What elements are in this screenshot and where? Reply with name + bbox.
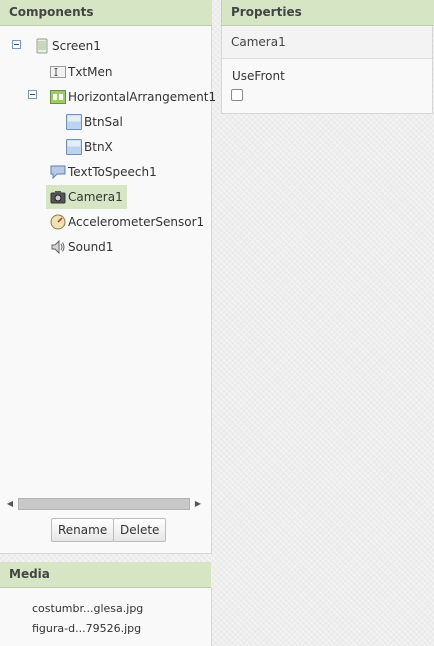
collapse-horizontal-arrangement-toggle[interactable] xyxy=(28,90,37,99)
tree-item-label: HorizontalArrangement1 xyxy=(68,90,217,104)
camera-icon xyxy=(50,189,66,205)
accelerometer-icon xyxy=(50,214,66,230)
tree-item-btnsal[interactable]: BtnSal xyxy=(66,111,123,133)
tree-item-label: BtnX xyxy=(84,140,113,154)
delete-button[interactable]: Delete xyxy=(113,518,167,542)
components-header: Components xyxy=(0,0,212,26)
scroll-right-arrow-icon[interactable]: ▶ xyxy=(192,498,204,510)
media-file-item[interactable]: costumbr...glesa.jpg xyxy=(32,602,143,615)
tree-item-accelerometersensor1[interactable]: AccelerometerSensor1 xyxy=(50,211,204,233)
scrollbar-thumb[interactable] xyxy=(18,498,190,510)
components-horizontal-scrollbar[interactable]: ◀ ▶ xyxy=(4,496,204,512)
tree-item-label: Screen1 xyxy=(52,39,101,53)
media-header: Media xyxy=(0,562,211,588)
property-label-usefront: UseFront xyxy=(232,69,285,83)
scroll-left-arrow-icon[interactable]: ◀ xyxy=(4,498,16,510)
tree-item-label: Sound1 xyxy=(68,240,114,254)
speech-icon xyxy=(50,164,66,180)
tree-item-label: BtnSal xyxy=(84,115,123,129)
usefront-checkbox[interactable] xyxy=(231,89,243,101)
tree-item-camera1[interactable]: Camera1 xyxy=(46,185,127,209)
tree-item-btnx[interactable]: BtnX xyxy=(66,136,113,158)
screen-icon xyxy=(34,38,50,54)
button-icon xyxy=(66,139,82,155)
rename-button[interactable]: Rename xyxy=(51,518,115,542)
tree-item-label: TextToSpeech1 xyxy=(68,165,157,179)
tree-item-horizontal-arrangement1[interactable]: HorizontalArrangement1 xyxy=(50,86,216,108)
tree-item-texttospeech1[interactable]: TextToSpeech1 xyxy=(50,161,157,183)
sound-icon xyxy=(50,239,66,255)
tree-item-sound1[interactable]: Sound1 xyxy=(50,236,113,258)
horizontal-arrangement-icon xyxy=(50,89,66,105)
components-panel: Components Screen1 TxtMen HorizontalArra… xyxy=(0,0,216,554)
tree-item-label: Camera1 xyxy=(68,190,123,204)
collapse-screen1-toggle[interactable] xyxy=(12,40,21,49)
tree-item-txtmen[interactable]: TxtMen xyxy=(50,61,112,83)
tree-item-label: AccelerometerSensor1 xyxy=(68,215,205,229)
selected-component-name: Camera1 xyxy=(222,26,432,59)
tree-item-label: TxtMen xyxy=(68,65,113,79)
tree-item-screen1[interactable]: Screen1 xyxy=(34,35,101,57)
properties-panel: Camera1 UseFront xyxy=(221,26,433,114)
media-panel: costumbr...glesa.jpg figura-d...79526.jp… xyxy=(0,588,212,646)
textbox-icon xyxy=(50,64,66,80)
media-file-item[interactable]: figura-d...79526.jpg xyxy=(32,622,141,635)
properties-header: Properties xyxy=(221,0,434,26)
button-icon xyxy=(66,114,82,130)
